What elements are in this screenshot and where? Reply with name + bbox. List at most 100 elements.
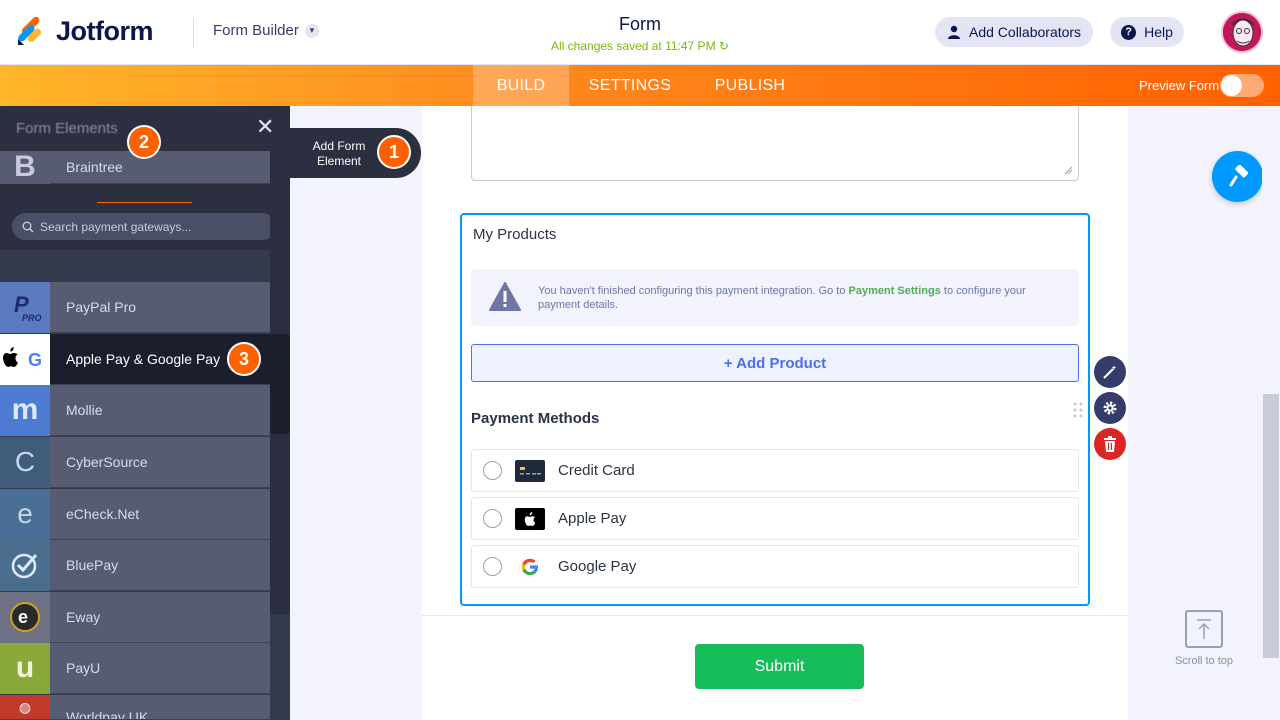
payment-method-apple-pay[interactable]: Apple Pay [471,497,1079,540]
gateway-label: PayPal Pro [66,299,137,315]
payu-icon: u [0,642,50,694]
list-item-worldpay[interactable]: ◍ Worldpay UK [0,695,270,720]
step-badge-2: 2 [127,125,161,159]
credit-card-icon [515,459,545,482]
textarea-field[interactable] [471,106,1079,181]
delete-field-button[interactable] [1094,428,1126,460]
add-collaborators-label: Add Collaborators [969,24,1082,40]
form-designer-button[interactable] [1212,151,1263,202]
radio-google-pay[interactable] [483,557,502,576]
gateway-label: Braintree [66,159,123,175]
chevron-down-icon: ▾ [304,23,319,38]
gateway-label: Worldpay UK [66,709,149,720]
section-divider [422,615,1128,616]
question-icon: ? [1121,24,1137,40]
list-item-echeck[interactable]: e eCheck.Net [0,488,270,540]
list-item-mollie[interactable]: m Mollie [0,384,270,436]
form-builder-label: Form Builder [213,22,299,39]
submit-button[interactable]: Submit [695,644,864,689]
radio-apple-pay[interactable] [483,509,502,528]
tab-settings[interactable]: SETTINGS [580,65,680,106]
help-label: Help [1144,24,1173,40]
paypal-pro-icon: P PRO [0,281,50,333]
svg-text:e: e [18,607,28,627]
svg-text:G: G [28,350,42,370]
payment-methods-title: Payment Methods [471,410,600,427]
panel-scrollbar-thumb[interactable] [270,334,290,434]
avatar[interactable] [1221,11,1263,53]
refresh-icon: ↻ [718,39,729,53]
worldpay-icon: ◍ [0,695,50,719]
payment-method-credit-card[interactable]: Credit Card [471,449,1079,492]
gear-icon [1103,401,1117,415]
field-settings-button[interactable] [1094,392,1126,424]
mollie-icon: m [0,384,50,436]
builder-nav: BUILD SETTINGS PUBLISH Preview Form [0,65,1280,106]
cybersource-icon: C [0,436,50,488]
close-icon[interactable]: ✕ [256,116,274,138]
gateway-label: CyberSource [66,454,148,470]
preview-form-label: Preview Form [1139,78,1220,93]
search-input[interactable] [40,219,260,234]
list-item-bluepay[interactable]: BluePay [0,539,270,591]
resize-handle-icon [1064,166,1072,174]
avatar-image [1223,13,1261,51]
scroll-to-top-label: Scroll to top [1174,655,1234,667]
magic-wand-icon [1103,365,1117,379]
gateway-label: PayU [66,660,101,676]
warning-text: You haven't finished configuring this pa… [538,285,846,297]
bluepay-icon [0,539,50,591]
step-badge-1: 1 [377,135,411,169]
jotform-logo-icon [18,16,42,45]
google-pay-icon [515,555,545,578]
gateway-label: eCheck.Net [66,506,140,522]
page-scrollbar-thumb[interactable] [1263,394,1279,658]
trash-icon [1104,436,1116,452]
form-title[interactable]: Form [540,14,740,35]
payment-method-google-pay[interactable]: Google Pay [471,545,1079,588]
tab-publish[interactable]: PUBLISH [705,65,795,106]
form-builder-dropdown[interactable]: Form Builder ▾ [213,22,319,39]
payment-method-label: Credit Card [558,462,635,479]
radio-credit-card[interactable] [483,461,502,480]
save-status: All changes saved at 11:47 PM ↻ [520,39,760,53]
jotform-logo[interactable]: Jotform [16,16,154,47]
tab-build[interactable]: BUILD [473,65,569,106]
payment-settings-link[interactable]: Payment Settings [849,285,941,297]
eway-icon: e [0,591,50,643]
list-item-eway[interactable]: e Eway [0,591,270,643]
search-box [12,213,276,240]
panel-title: Form Elements [16,120,118,137]
product-field-label[interactable]: My Products [473,226,556,243]
list-item-cybersource[interactable]: C CyberSource [0,436,270,488]
payment-method-label: Google Pay [558,558,637,575]
list-item-paypal-pro[interactable]: P PRO PayPal Pro [0,281,270,333]
gateway-label: Mollie [66,402,103,418]
scroll-to-top-button[interactable] [1185,610,1223,648]
list-item-payu[interactable]: u PayU [0,642,270,694]
gateway-label: BluePay [66,557,119,573]
add-form-element-label: Add Form Element [312,139,366,168]
header-divider [193,18,194,48]
user-icon [948,25,960,39]
warning-icon [489,282,521,311]
add-collaborators-button[interactable]: Add Collaborators [935,17,1094,47]
arrow-up-icon [1197,619,1211,639]
payment-method-label: Apple Pay [558,510,627,527]
gateway-label: Eway [66,609,101,625]
add-product-button[interactable]: + Add Product [471,344,1079,382]
toggle-knob [1221,75,1242,96]
braintree-icon: B [0,150,50,184]
step-badge-3: 3 [227,342,261,376]
echeck-icon: e [0,488,50,540]
warning-message: You haven't finished configuring this pa… [538,284,1058,312]
drag-handle-icon[interactable] [1072,401,1084,419]
magic-wand-button[interactable] [1094,356,1126,388]
top-bar: Jotform Form Builder ▾ Form All changes … [0,0,1280,65]
logo-text: Jotform [56,16,154,46]
search-area [0,203,290,250]
save-status-text: All changes saved at 11:47 PM [551,39,716,53]
apple-google-icon: G [0,333,50,385]
help-button[interactable]: ? Help [1110,17,1184,47]
paint-roller-icon [1229,164,1248,186]
